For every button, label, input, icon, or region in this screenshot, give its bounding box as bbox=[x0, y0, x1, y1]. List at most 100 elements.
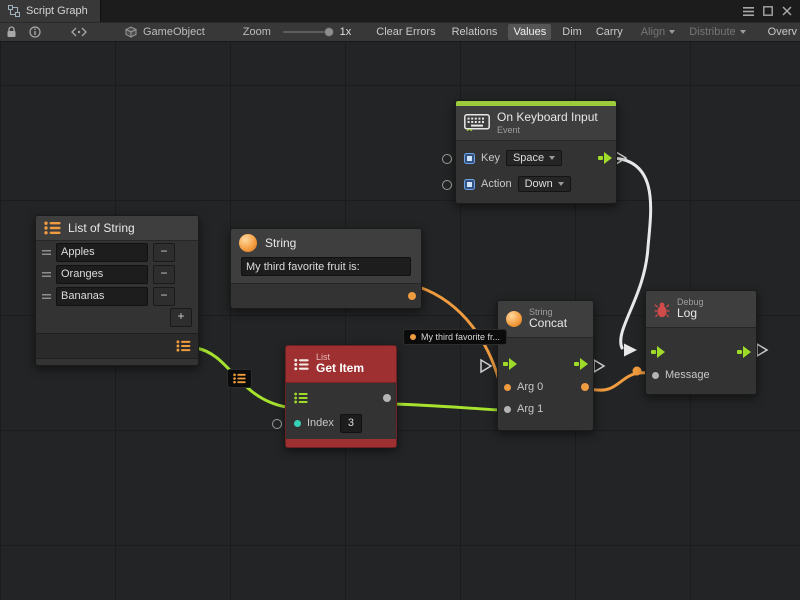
chevron-down-icon bbox=[558, 182, 564, 186]
value-preview-string: My third favorite fr... bbox=[403, 329, 507, 345]
keyboard-icon bbox=[464, 114, 490, 132]
bug-icon bbox=[654, 301, 670, 318]
list-icon bbox=[294, 358, 309, 371]
remove-item-button[interactable]: − bbox=[153, 287, 175, 306]
message-label: Message bbox=[665, 369, 710, 381]
wire-getitem-to-concat[interactable] bbox=[394, 404, 499, 410]
wire-value-dot bbox=[633, 367, 642, 376]
drag-handle-icon[interactable] bbox=[42, 271, 51, 278]
info-icon[interactable] bbox=[29, 26, 41, 38]
graph-canvas[interactable]: On Keyboard Input Event Key Space Action… bbox=[0, 42, 800, 600]
overview-button[interactable]: Overv bbox=[763, 24, 800, 40]
action-label: Action bbox=[481, 178, 512, 190]
code-insert-icon[interactable] bbox=[71, 27, 87, 37]
graph-toolbar: GameObject Zoom 1x Clear Errors Relation… bbox=[0, 22, 800, 42]
result-output-port[interactable] bbox=[581, 383, 589, 391]
key-dropdown[interactable]: Space bbox=[506, 150, 562, 166]
wire-concat-to-log[interactable] bbox=[590, 373, 648, 390]
tab-title: Script Graph bbox=[26, 5, 88, 17]
action-dropdown-value: Down bbox=[525, 178, 553, 190]
graph-icon bbox=[8, 5, 20, 17]
tab-script-graph[interactable]: Script Graph bbox=[0, 0, 101, 22]
unity-script-graph-window: Script Graph GameObject Zoom 1x Clear Er… bbox=[0, 0, 800, 600]
title-bar: Script Graph bbox=[0, 0, 800, 22]
index-label: Index bbox=[307, 417, 334, 429]
maximize-icon[interactable] bbox=[763, 6, 773, 16]
index-type-dot bbox=[294, 420, 301, 427]
item-output-port[interactable] bbox=[383, 394, 391, 402]
distribute-dropdown[interactable]: Distribute bbox=[684, 24, 750, 40]
flow-output-port[interactable] bbox=[737, 346, 751, 358]
add-item-button[interactable]: + bbox=[170, 308, 192, 327]
distribute-label: Distribute bbox=[689, 26, 735, 38]
arg0-input-port[interactable] bbox=[504, 384, 511, 391]
gameobject-icon[interactable] bbox=[125, 26, 137, 38]
zoom-value: 1x bbox=[340, 26, 352, 38]
string-type-icon bbox=[506, 311, 522, 327]
zoom-slider-knob[interactable] bbox=[324, 27, 334, 37]
carry-toggle[interactable]: Carry bbox=[591, 24, 628, 40]
zoom-slider[interactable] bbox=[283, 31, 330, 33]
arg1-input-port[interactable] bbox=[504, 406, 511, 413]
arg1-label: Arg 1 bbox=[517, 403, 543, 415]
flow-triangle-log-out bbox=[757, 344, 767, 356]
chevron-down-icon bbox=[549, 156, 555, 160]
flow-output-port[interactable] bbox=[574, 358, 588, 370]
node-title: List of String bbox=[68, 221, 135, 235]
keycode-icon bbox=[464, 179, 475, 190]
node-concat[interactable]: String Concat Arg 0 Arg 1 bbox=[497, 300, 594, 431]
window-controls bbox=[743, 6, 800, 17]
clear-errors-button[interactable]: Clear Errors bbox=[371, 24, 440, 40]
key-label: Key bbox=[481, 152, 500, 164]
string-value-dot bbox=[410, 334, 416, 340]
value-preview-list bbox=[227, 369, 252, 388]
window-menu-icon[interactable] bbox=[743, 6, 754, 17]
flow-triangle-concat-out bbox=[594, 360, 604, 372]
node-get-item[interactable]: List Get Item Index bbox=[285, 345, 397, 448]
list-input-port[interactable] bbox=[294, 392, 308, 404]
list-item-input[interactable] bbox=[56, 265, 148, 284]
node-list-of-string[interactable]: List of String − − − + bbox=[35, 215, 199, 366]
relations-button[interactable]: Relations bbox=[447, 24, 503, 40]
error-footer-bar bbox=[286, 439, 396, 447]
string-value-input[interactable] bbox=[241, 257, 411, 276]
gameobject-label[interactable]: GameObject bbox=[143, 26, 205, 38]
list-output-row bbox=[36, 333, 198, 359]
node-log[interactable]: Debug Log Message bbox=[645, 290, 757, 395]
close-icon[interactable] bbox=[782, 6, 792, 16]
string-type-icon bbox=[239, 234, 257, 252]
flow-triangle-concat-in bbox=[481, 360, 491, 372]
action-dropdown[interactable]: Down bbox=[518, 176, 571, 192]
flow-input-port[interactable] bbox=[651, 346, 665, 358]
keycode-icon bbox=[464, 153, 475, 164]
remove-item-button[interactable]: − bbox=[153, 265, 175, 284]
lock-icon[interactable] bbox=[6, 26, 17, 38]
dim-toggle[interactable]: Dim bbox=[557, 24, 587, 40]
node-title: On Keyboard Input bbox=[497, 111, 598, 125]
string-output-port[interactable] bbox=[408, 292, 416, 300]
flow-output-port[interactable] bbox=[598, 152, 612, 164]
list-icon bbox=[233, 373, 246, 384]
zoom-label: Zoom bbox=[243, 26, 271, 38]
flow-input-port[interactable] bbox=[503, 358, 517, 370]
flow-arrowhead-log-in bbox=[624, 344, 637, 357]
list-icon bbox=[44, 221, 61, 235]
align-dropdown[interactable]: Align bbox=[636, 24, 680, 40]
node-string-literal[interactable]: String bbox=[230, 228, 422, 309]
node-title: Concat bbox=[529, 317, 567, 331]
chevron-down-icon bbox=[669, 30, 675, 34]
node-on-keyboard-input[interactable]: On Keyboard Input Event Key Space Action… bbox=[455, 100, 617, 204]
remove-item-button[interactable]: − bbox=[153, 243, 175, 262]
value-preview-text: My third favorite fr... bbox=[421, 332, 500, 342]
drag-handle-icon[interactable] bbox=[42, 249, 51, 256]
arg0-label: Arg 0 bbox=[517, 381, 543, 393]
align-label: Align bbox=[641, 26, 665, 38]
message-input-port[interactable] bbox=[652, 372, 659, 379]
list-output-port[interactable] bbox=[176, 340, 191, 352]
drag-handle-icon[interactable] bbox=[42, 293, 51, 300]
list-item-input[interactable] bbox=[56, 287, 148, 306]
chevron-down-icon bbox=[740, 30, 746, 34]
list-item-input[interactable] bbox=[56, 243, 148, 262]
values-toggle[interactable]: Values bbox=[508, 24, 551, 40]
index-value-input[interactable] bbox=[340, 414, 362, 433]
